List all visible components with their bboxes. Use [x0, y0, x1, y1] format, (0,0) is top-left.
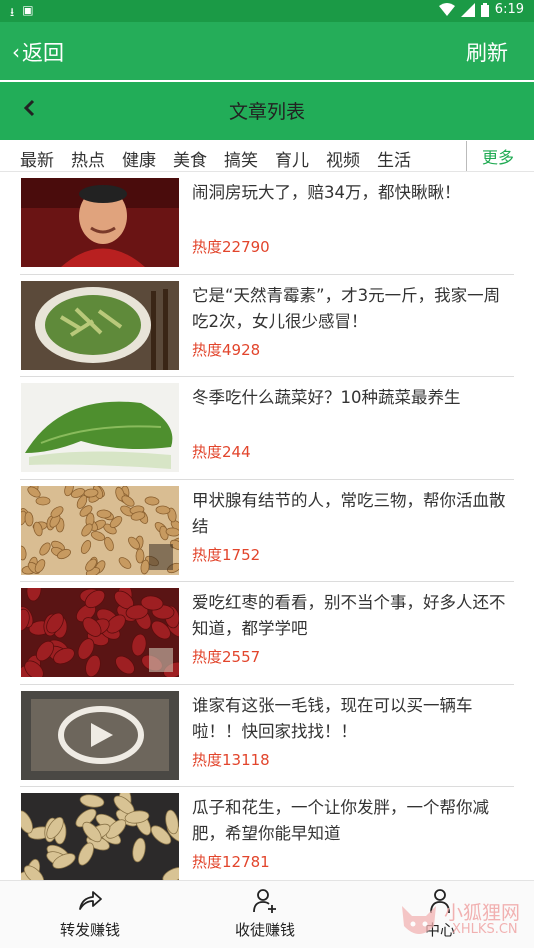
category-tab[interactable]: 热点: [71, 146, 105, 171]
article-heat: 热度1752: [192, 545, 261, 564]
bok-choy-photo: [21, 383, 179, 472]
battery-icon: [480, 2, 489, 17]
wifi-icon: [438, 3, 455, 16]
nav-share-earn[interactable]: 转发赚钱: [30, 887, 150, 940]
watermark-url: XHLKS.CN: [452, 922, 518, 937]
article-heat: 热度244: [192, 443, 251, 461]
notification-icon: ▣: [22, 3, 34, 17]
app-bar: ‹ 返回 刷新: [0, 22, 534, 80]
watermark: 小狐狸网 XHLKS.CN: [396, 898, 530, 944]
article-heat: 热度12781: [192, 853, 270, 871]
category-tab[interactable]: 健康: [122, 146, 156, 171]
peanuts-seeds-photo: [21, 793, 179, 882]
share-icon: [79, 891, 102, 910]
article-title: 瓜子和花生，一个让你发胖，一个帮你减肥，希望你能早知道: [192, 798, 489, 843]
nav-label: 转发赚钱: [59, 921, 120, 939]
pine-nuts-photo: [21, 485, 179, 575]
signal-icon: [460, 2, 475, 17]
back-label: 返回: [22, 41, 64, 65]
red-dates-photo: [21, 588, 179, 677]
comedian-photo: [21, 178, 179, 267]
article-item[interactable]: 闹洞房玩大了，赔34万，都快瞅瞅！ 热度22790: [0, 172, 534, 275]
category-tab[interactable]: 搞笑: [224, 146, 258, 171]
article-heat: 热度4928: [192, 340, 261, 359]
article-title: 冬季吃什么蔬菜好？10种蔬菜最养生: [192, 388, 461, 407]
title-bar: 文章列表: [0, 82, 534, 140]
category-bar: 最新 热点 健康 美食 搞笑 育儿 视频 生活 更多: [0, 140, 534, 172]
download-icon: ⭳: [10, 5, 15, 19]
status-bar: ⭳ ▣ 6:19: [0, 0, 534, 22]
article-item[interactable]: 冬季吃什么蔬菜好？10种蔬菜最养生 热度244: [0, 377, 534, 480]
category-tab[interactable]: 美食: [173, 146, 207, 171]
vegetable-dish-photo: [21, 280, 179, 370]
category-divider: [466, 141, 467, 171]
article-item[interactable]: 甲状腺有结节的人，常吃三物，帮你活血散结热度1752: [0, 480, 534, 582]
article-title: 谁家有这张一毛钱，现在可以买一辆车啦！！快回家找找！！: [192, 695, 473, 741]
article-heat: 热度22790: [192, 238, 270, 256]
back-button[interactable]: ‹ 返回: [12, 37, 64, 67]
nav-apprentice-earn[interactable]: 收徒赚钱: [205, 887, 325, 940]
more-categories-button[interactable]: 更多: [482, 144, 514, 168]
page-title: 文章列表: [228, 101, 305, 123]
refresh-button[interactable]: 刷新: [466, 37, 508, 67]
watermark-text: 小狐狸网: [444, 902, 521, 924]
category-tab[interactable]: 育儿: [275, 146, 309, 171]
article-title: 爱吃红枣的看看，别不当个事，好多人还不知道，都学学吧: [192, 593, 506, 638]
article-list: 闹洞房玩大了，赔34万，都快瞅瞅！ 热度22790 它是“天然青霉素”，才3元一斤，…: [0, 172, 534, 890]
category-tab[interactable]: 最新: [20, 146, 54, 171]
nav-label: 收徒赚钱: [234, 921, 295, 939]
article-heat: 热度13118: [192, 750, 270, 769]
article-title: 闹洞房玩大了，赔34万，都快瞅瞅！: [192, 183, 461, 202]
article-item[interactable]: 瓜子和花生，一个让你发胖，一个帮你减肥，希望你能早知道热度12781: [0, 787, 534, 890]
status-time: 6:19: [494, 2, 524, 17]
category-tabs: 最新 热点 健康 美食 搞笑 育儿 视频 生活: [20, 146, 411, 171]
article-item[interactable]: 它是“天然青霉素”，才3元一斤，我家一周吃2次，女儿很少感冒！ 热度4928: [0, 275, 534, 377]
article-heat: 热度2557: [192, 648, 261, 666]
article-title: 它是“天然青霉素”，才3元一斤，我家一周吃2次，女儿很少感冒！: [192, 285, 501, 331]
category-tab[interactable]: 生活: [377, 146, 411, 171]
add-user-icon: [253, 889, 276, 913]
chevron-left-icon: ‹: [12, 40, 20, 64]
article-item[interactable]: 爱吃红枣的看看，别不当个事，好多人还不知道，都学学吧热度2557: [0, 582, 534, 685]
article-item[interactable]: 谁家有这张一毛钱，现在可以买一辆车啦！！快回家找找！！ 热度13118: [0, 685, 534, 787]
video-banknote-photo: [21, 690, 179, 780]
article-title: 甲状腺有结节的人，常吃三物，帮你活血散结: [192, 490, 506, 536]
fox-logo-icon: [402, 906, 436, 934]
category-tab[interactable]: 视频: [326, 146, 360, 171]
